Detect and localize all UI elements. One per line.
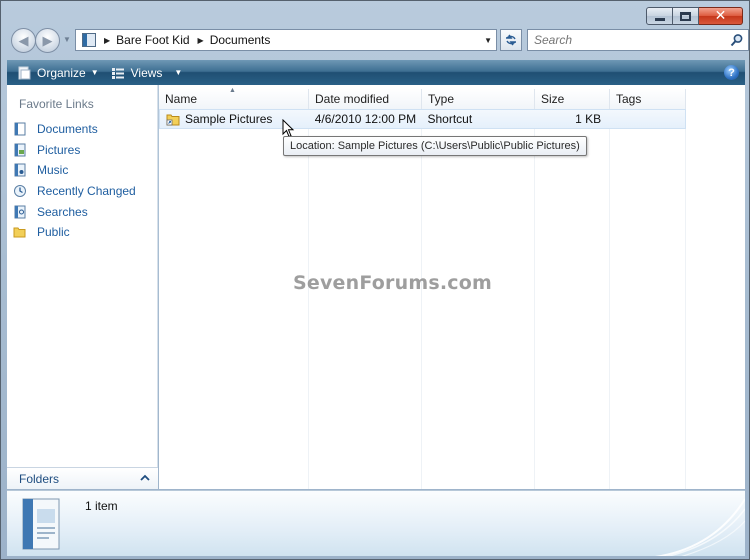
organize-button[interactable]: Organize ▼ — [11, 60, 105, 85]
recent-pages-dropdown[interactable]: ▼ — [63, 35, 71, 44]
sidebar-item-pictures[interactable]: Pictures — [13, 140, 136, 161]
item-count: 1 item — [85, 499, 118, 513]
sidebar-item-music[interactable]: Music — [13, 160, 136, 181]
sidebar-item-public[interactable]: Public — [13, 222, 136, 243]
breadcrumb-documents[interactable]: Documents — [210, 33, 271, 47]
column-header-date-modified[interactable]: Date modified — [309, 89, 422, 109]
file-date-cell: 4/6/2010 12:00 PM — [314, 112, 417, 126]
recently-changed-icon — [14, 185, 26, 198]
searches-icon — [14, 205, 26, 219]
watermark-text: SevenForums.com — [293, 272, 492, 294]
favorite-links-list: Documents Pictures Music Recently Change… — [13, 119, 136, 243]
navigation-bar: ◀ ▶ ▼ ▶ Bare Foot Kid ▶ Documents ▼ — [9, 27, 749, 55]
help-icon[interactable]: ? — [724, 65, 739, 80]
sidebar-item-label: Pictures — [37, 142, 81, 157]
back-button[interactable]: ◀ — [11, 28, 36, 53]
sidebar-item-label: Documents — [37, 122, 98, 137]
sidebar-item-label: Recently Changed — [37, 184, 136, 199]
chevron-down-icon: ▼ — [174, 68, 183, 77]
public-folder-icon — [13, 227, 26, 238]
address-bar[interactable]: ▶ Bare Foot Kid ▶ Documents ▼ — [75, 29, 497, 51]
file-type-cell: Shortcut — [427, 112, 473, 126]
sidebar-item-searches[interactable]: Searches — [13, 201, 136, 222]
breadcrumb-separator-icon[interactable]: ▶ — [198, 36, 204, 45]
column-header-type[interactable]: Type — [422, 89, 535, 109]
caption-buttons: ✕ — [646, 7, 743, 25]
folders-label: Folders — [19, 471, 60, 486]
favorite-links-header: Favorite Links — [19, 97, 94, 111]
column-header-size[interactable]: Size — [535, 89, 610, 109]
decorative-swoosh — [655, 498, 745, 556]
chevron-up-icon — [140, 474, 150, 481]
shortcut-folder-icon — [166, 114, 180, 126]
chevron-down-icon: ▼ — [90, 68, 99, 77]
maximize-icon — [680, 11, 691, 21]
folders-toggle[interactable]: Folders — [7, 467, 158, 489]
views-button[interactable]: Views ▼ — [105, 60, 189, 85]
organize-icon — [18, 66, 31, 79]
back-arrow-icon: ◀ — [18, 32, 29, 48]
refresh-icon — [506, 34, 516, 46]
refresh-button[interactable] — [500, 29, 522, 51]
table-row[interactable]: Sample Pictures 4/6/2010 12:00 PM Shortc… — [159, 109, 686, 129]
search-icon[interactable] — [730, 33, 744, 47]
breadcrumb-bare-foot-kid[interactable]: Bare Foot Kid — [116, 33, 189, 47]
maximize-button[interactable] — [673, 7, 699, 25]
minimize-icon — [654, 17, 665, 21]
column-header-name[interactable]: Name ▲ — [159, 87, 309, 109]
file-size-cell: 1 KB — [575, 112, 602, 126]
documents-icon — [14, 122, 26, 136]
forward-arrow-icon: ▶ — [42, 32, 53, 48]
sidebar-item-documents[interactable]: Documents — [13, 119, 136, 140]
minimize-button[interactable] — [646, 7, 673, 25]
sidebar-item-label: Public — [37, 225, 70, 240]
navigation-pane: Favorite Links Documents Pictures Music — [7, 85, 158, 489]
pictures-icon — [14, 143, 26, 157]
column-header-tags[interactable]: Tags — [610, 89, 686, 109]
column-headers: Name ▲ Date modified Type Size Tags — [159, 87, 689, 109]
sidebar-item-label: Music — [37, 163, 69, 178]
folder-location-icon — [82, 33, 96, 47]
views-label: Views — [130, 65, 163, 80]
documents-folder-thumbnail-icon — [22, 498, 60, 550]
file-tags-cell — [609, 110, 685, 128]
sort-ascending-icon: ▲ — [229, 87, 236, 94]
forward-button[interactable]: ▶ — [35, 28, 60, 53]
file-name: Sample Pictures — [185, 112, 273, 126]
column-gridlines — [159, 109, 689, 489]
views-icon — [111, 67, 124, 79]
search-box[interactable] — [527, 29, 749, 51]
location-tooltip: Location: Sample Pictures (C:\Users\Publ… — [283, 136, 587, 156]
organize-label: Organize — [37, 65, 86, 80]
music-icon — [14, 163, 26, 177]
breadcrumb-separator-icon[interactable]: ▶ — [104, 36, 110, 45]
command-bar: Organize ▼ Views ▼ ? — [7, 60, 745, 85]
address-dropdown-icon[interactable]: ▼ — [484, 36, 492, 45]
close-icon: ✕ — [714, 8, 727, 24]
explorer-window: ✕ ◀ ▶ ▼ ▶ Bare Foot Kid ▶ Documents ▼ Se… — [0, 0, 750, 560]
details-pane: 1 item — [7, 490, 745, 556]
close-button[interactable]: ✕ — [699, 7, 743, 25]
sidebar-item-label: Searches — [37, 204, 88, 219]
search-input[interactable] — [534, 33, 724, 47]
file-list: Name ▲ Date modified Type Size Tags Samp… — [159, 85, 745, 489]
sidebar-item-recently-changed[interactable]: Recently Changed — [13, 181, 136, 202]
